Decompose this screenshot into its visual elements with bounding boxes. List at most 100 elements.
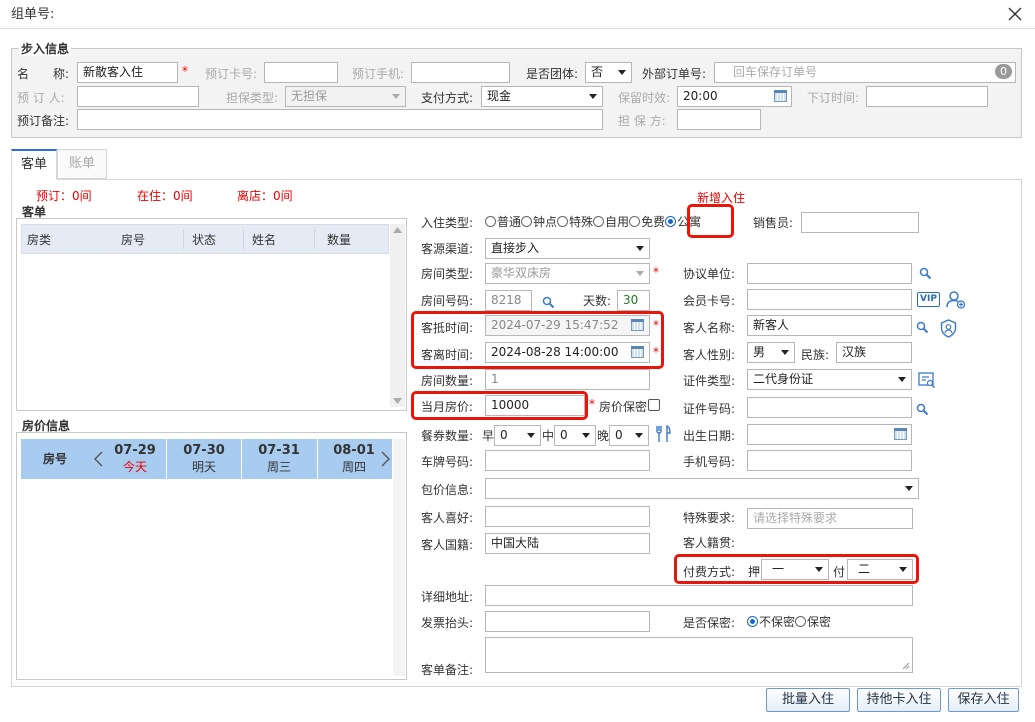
search-icon[interactable] [542,296,555,309]
name-input[interactable]: 新散客入住 [77,62,178,83]
pay-cycle-select[interactable]: 二 [847,559,913,580]
special-input[interactable]: 请选择特殊要求 [747,508,913,529]
price-secret-checkbox[interactable] [648,399,660,411]
radio-icon[interactable] [795,616,807,627]
arrive-time-input[interactable]: 2024-07-29 15:47:52 [485,315,650,336]
breakfast-select[interactable]: 0 [494,425,541,446]
guest-remark-textarea[interactable] [485,637,913,673]
id-type-select[interactable]: 二代身份证 [747,369,912,390]
booking-phone-input[interactable] [411,62,510,83]
days-input[interactable]: 30 [617,290,650,311]
radio-selected-icon[interactable] [665,216,677,227]
chevron-left-icon[interactable] [94,451,103,467]
radio-option[interactable]: 自用 [593,215,629,229]
group-select[interactable]: 否 [585,62,632,83]
radio-selected-icon[interactable] [747,616,758,627]
booking-phone-label: 预订手机: [352,67,405,81]
mobile-input[interactable] [747,450,912,471]
guest-name-input[interactable]: 新客人 [747,315,912,336]
chevron-right-icon[interactable] [381,451,390,467]
agreement-input[interactable] [747,263,912,284]
radio-option[interactable]: 普通 [485,215,521,229]
radio-option[interactable]: 保密 [795,615,831,629]
nationality-input[interactable]: 中国大陆 [485,533,650,554]
tab-bill[interactable]: 账单 [57,149,107,179]
calendar-icon[interactable] [894,428,907,440]
scrollbar[interactable] [393,439,405,676]
id-no-input[interactable] [747,397,912,418]
search-icon[interactable] [916,321,929,334]
address-input[interactable] [485,585,913,606]
price-room-label: 房号 [43,452,68,466]
close-icon[interactable] [1008,7,1022,21]
search-icon[interactable] [916,403,929,416]
search-icon[interactable] [919,267,932,280]
booking-remark-input[interactable] [77,109,603,130]
room-count-input[interactable]: 1 [485,369,650,390]
batch-checkin-button[interactable]: 批量入住 [766,688,850,712]
tab-guest[interactable]: 客单 [11,149,57,180]
ext-order-input[interactable]: 回车保存订单号 [714,62,1016,83]
save-checkin-button[interactable]: 保存入住 [948,688,1019,712]
mobile-label: 手机号码: [683,455,736,469]
source-select[interactable]: 直接步入 [485,238,650,259]
other-card-checkin-button[interactable]: 持他卡入住 [857,688,941,712]
radio-option[interactable]: 免费 [629,215,665,229]
order-time-input[interactable] [866,86,988,107]
guarantor-label: 担 保 方: [618,114,666,128]
resize-handle-icon[interactable] [902,662,910,670]
gender-select[interactable]: 男 [747,342,795,363]
required-star: * [182,64,188,78]
lunch-select[interactable]: 0 [554,425,596,446]
pay-method-select[interactable]: 现金 [481,86,603,107]
dinner-select[interactable]: 0 [609,425,649,446]
guarantor-input[interactable] [677,109,761,130]
member-input[interactable] [747,289,912,310]
address-label: 详细地址: [421,590,474,604]
birth-input[interactable] [747,424,912,445]
depart-time-value: 2024-08-28 14:00:00 [491,345,619,359]
price-input[interactable]: 10000 [485,395,585,416]
room-type-select[interactable]: 豪华双床房 [485,263,650,284]
sales-input[interactable] [801,212,919,233]
vip-icon[interactable]: VIP [917,292,940,307]
hobby-input[interactable] [485,506,650,527]
calendar-icon[interactable] [631,346,644,358]
card-input[interactable] [264,62,338,83]
depart-time-input[interactable]: 2024-08-28 14:00:00 [485,342,650,363]
room-no-input[interactable]: 8218 [485,290,532,311]
price-day: 周四 [341,460,366,474]
radio-option-selected[interactable]: 公寓 [665,215,701,229]
fork-knife-icon[interactable] [655,425,672,443]
days-label: 天数: [583,294,612,308]
group-label: 是否团体: [526,67,579,81]
depart-label: 客离时间: [421,348,474,362]
card-label: 预订卡号: [205,67,258,81]
radio-icon[interactable] [593,216,605,227]
package-select[interactable] [485,478,919,499]
shield-user-icon[interactable] [940,319,957,338]
calendar-icon[interactable] [631,319,644,331]
plate-input[interactable] [485,450,650,471]
scrollbar[interactable] [390,224,405,407]
invoice-input[interactable] [485,611,650,632]
scroll-down-icon[interactable] [393,398,402,404]
radio-option[interactable]: 特殊 [557,215,593,229]
booker-input[interactable] [77,86,199,107]
radio-icon[interactable] [629,216,641,227]
deposit-select[interactable]: 一 [761,559,829,580]
stat-leaving: 离店：0间 [237,189,293,203]
calendar-icon[interactable] [774,90,787,102]
hold-time-input[interactable]: 20:00 [677,86,792,107]
radio-option[interactable]: 钟点 [521,215,557,229]
guarantee-type-select[interactable]: 无担保 [285,86,406,107]
id-card-icon[interactable] [918,372,936,388]
radio-icon[interactable] [557,216,569,227]
radio-label: 免费 [641,215,666,229]
ethnic-input[interactable]: 汉族 [836,342,912,363]
radio-icon[interactable] [521,216,533,227]
add-user-icon[interactable] [946,290,966,309]
radio-option-selected[interactable]: 不保密 [747,615,795,629]
scroll-up-icon[interactable] [393,227,402,233]
radio-icon[interactable] [485,216,496,227]
